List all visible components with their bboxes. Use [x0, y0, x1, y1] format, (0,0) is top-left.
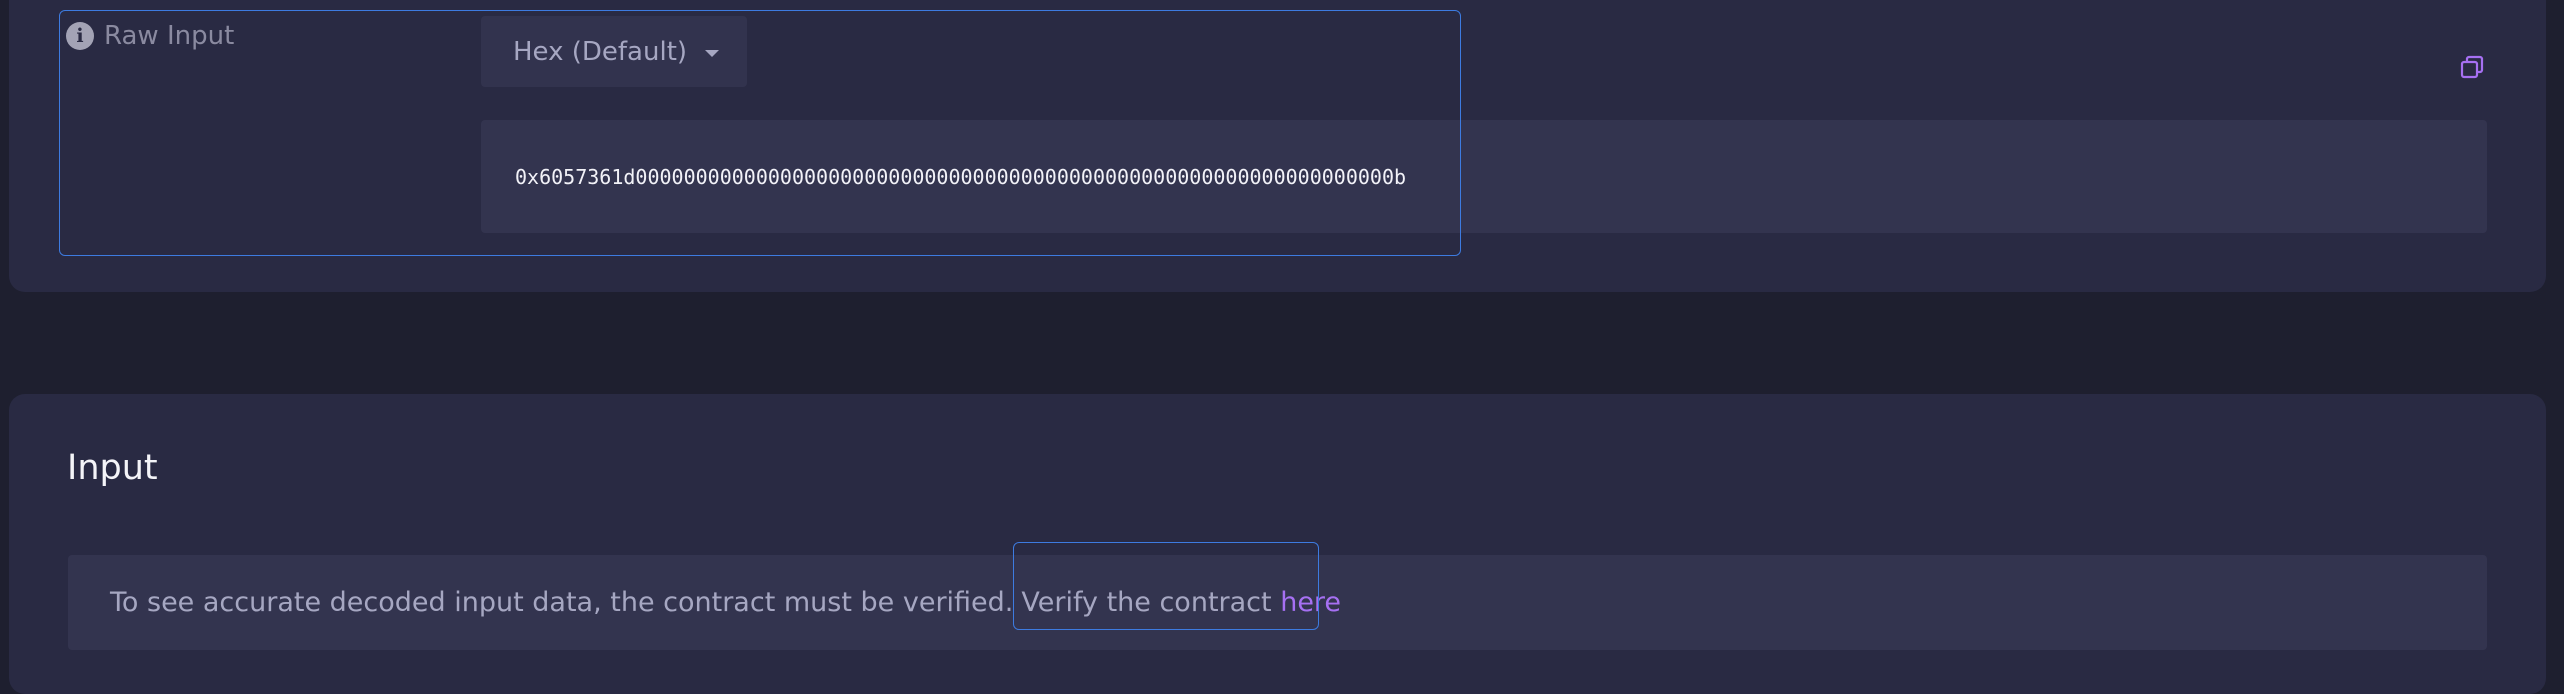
verify-contract-message: Verify the contract here	[1013, 542, 1341, 630]
verify-contract-text: Verify the contract	[1021, 587, 1272, 618]
verify-notice: To see accurate decoded input data, the …	[68, 542, 2487, 650]
copy-icon[interactable]	[2460, 55, 2484, 79]
input-section-title: Input	[67, 448, 158, 488]
verify-contract-link[interactable]: here	[1280, 587, 1341, 618]
format-dropdown-value: Hex (Default)	[513, 36, 688, 67]
info-icon[interactable]: i	[66, 22, 94, 50]
raw-input-hex-text: 0x6057361d000000000000000000000000000000…	[515, 164, 1407, 189]
raw-input-label-text: Raw Input	[104, 21, 235, 51]
verify-notice-text: To see accurate decoded input data, the …	[110, 587, 1014, 618]
raw-input-hex-value[interactable]: 0x6057361d000000000000000000000000000000…	[481, 120, 2487, 233]
caret-down-icon	[705, 49, 720, 57]
raw-input-label: i Raw Input	[66, 20, 234, 52]
format-dropdown[interactable]: Hex (Default)	[481, 16, 747, 87]
